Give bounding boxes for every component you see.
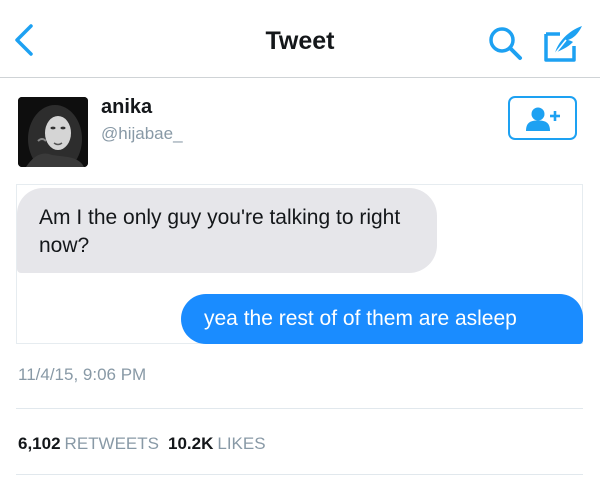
retweets-count: 6,102 [18, 434, 61, 453]
author-display-name[interactable]: anika [101, 96, 152, 119]
search-icon [489, 27, 522, 60]
retweets-label: RETWEETS [64, 434, 159, 453]
author-username[interactable]: @hijabae_ [101, 124, 183, 144]
compose-button[interactable] [542, 22, 586, 64]
compose-icon [544, 26, 582, 62]
retweets-stat[interactable]: 6,102 RETWEETS [18, 434, 159, 453]
tweet-stats: 6,102 RETWEETS 10.2K LIKES [18, 434, 266, 454]
follow-button[interactable] [508, 96, 577, 140]
tweet-timestamp: 11/4/15, 9:06 PM [18, 365, 147, 384]
likes-label: LIKES [217, 434, 266, 453]
likes-count: 10.2K [168, 434, 214, 453]
add-user-icon [526, 107, 560, 131]
divider [16, 474, 583, 475]
likes-stat[interactable]: 10.2K LIKES [168, 434, 266, 453]
profile-photo [18, 97, 88, 167]
top-navigation-bar: Tweet [0, 0, 600, 78]
divider [16, 408, 583, 409]
outgoing-message-bubble: yea the rest of of them are asleep [181, 294, 583, 344]
avatar[interactable] [18, 97, 88, 167]
search-button[interactable] [486, 24, 526, 64]
incoming-message-bubble: Am I the only guy you're talking to righ… [17, 188, 437, 273]
